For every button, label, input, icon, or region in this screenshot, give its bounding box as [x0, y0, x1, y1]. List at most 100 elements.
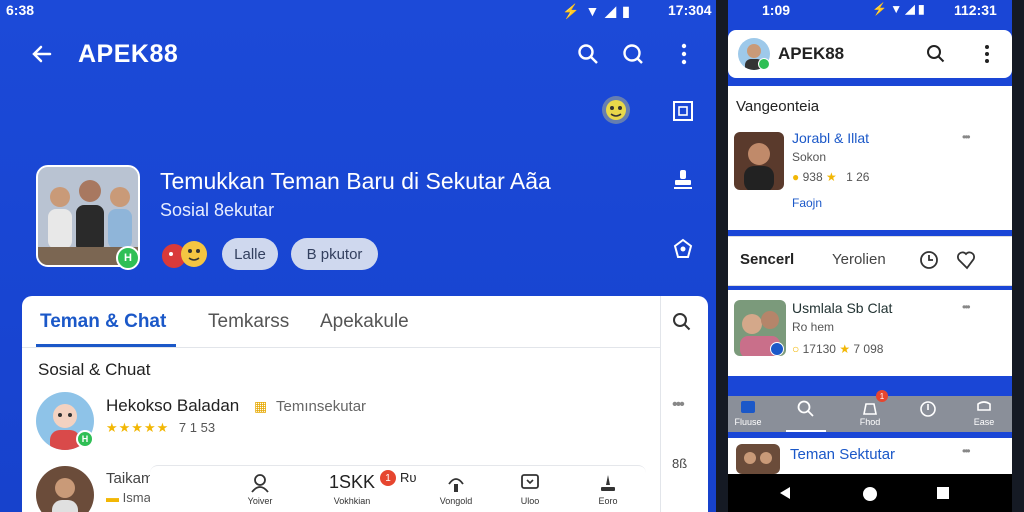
status-time: 6:38 — [6, 2, 35, 18]
star-icon: ★ — [839, 342, 851, 356]
system-navigation-bar — [728, 474, 1012, 512]
nav-label: Ease — [973, 417, 995, 427]
more-vert-icon[interactable] — [984, 44, 990, 64]
row-tag: Temınsekutar — [276, 398, 367, 415]
wifi-icon: ▼ — [585, 3, 600, 19]
person-more-icon[interactable]: ••• — [962, 130, 970, 144]
card-search-icon[interactable] — [672, 312, 692, 337]
nav-home[interactable]: Fluuse — [728, 400, 768, 427]
back-arrow-icon[interactable] — [30, 42, 54, 66]
group-photo[interactable] — [736, 444, 780, 474]
person-link[interactable]: Faojn — [792, 196, 822, 210]
stats-value: 17130 — [802, 342, 836, 356]
star-icon: ★ — [825, 170, 837, 184]
person-name[interactable]: Jorabl & Illat — [792, 130, 869, 146]
nav-vongold[interactable]: Vongold — [426, 472, 486, 506]
home-circle-icon[interactable] — [862, 486, 878, 507]
row-count: 7 1 53 — [178, 420, 216, 435]
search-icon[interactable] — [576, 42, 600, 66]
signal-icon: ◢ — [605, 2, 617, 19]
nav-label: Vongold — [439, 496, 473, 506]
recents-square-icon[interactable] — [936, 486, 950, 505]
battery-icon: ▮ — [622, 2, 630, 19]
tab-indicator — [36, 344, 176, 347]
phone-bottom-nav: Fluuse Fhod 1 Ease — [728, 390, 1012, 432]
row-name[interactable]: Hekokso Baladan — [106, 396, 239, 416]
nav-label: Fhod — [859, 417, 881, 427]
person-sub: Ro hem — [792, 320, 835, 334]
coin-icon: ○ — [792, 342, 800, 356]
search-icon[interactable] — [926, 44, 946, 64]
person-photo[interactable] — [734, 132, 784, 190]
card-divider — [660, 296, 661, 512]
notification-badge: 1 — [380, 470, 396, 486]
online-badge-icon: H — [76, 430, 94, 448]
tab-apekakule[interactable]: Apekakule — [320, 311, 409, 333]
nav-label: Fluuse — [734, 417, 762, 427]
phone-screen: 1:09 ⚡ ▼ ◢ ▮ 112:31 APEK88 Vangeonteia J… — [728, 0, 1012, 512]
emoji-stickers-icon — [158, 236, 214, 272]
nav-eoro[interactable]: Eoro — [578, 472, 638, 506]
heart-icon[interactable] — [956, 249, 978, 271]
person-sub: Sokon — [792, 150, 827, 164]
nav-ease[interactable]: Ease — [964, 400, 1004, 427]
nav-search[interactable] — [786, 400, 826, 432]
nav-label: Yoiver — [247, 496, 273, 506]
bottom-title[interactable]: Teman Sektutar — [790, 446, 895, 463]
nav-label: Vokhkian — [333, 496, 371, 506]
row-more-icon[interactable]: ••• — [672, 396, 685, 414]
phone-frame: 1:09 ⚡ ▼ ◢ ▮ 112:31 APEK88 Vangeonteia J… — [716, 0, 1024, 512]
app-title: APEK88 — [78, 40, 179, 68]
app-title: APEK88 — [778, 44, 845, 63]
person-more-icon[interactable]: ••• — [962, 300, 970, 314]
side-label: 8ß — [672, 456, 688, 471]
stats-value: 938 — [802, 170, 823, 184]
nav-explore[interactable] — [908, 400, 948, 419]
chip-like[interactable]: Lalle — [222, 238, 278, 270]
more-vert-icon[interactable] — [680, 42, 688, 66]
nav-fhod[interactable]: Fhod — [850, 400, 890, 427]
nav-label: Uloo — [520, 496, 540, 506]
status-icons: ⚡ ▼ ◢ ▮ — [872, 2, 925, 16]
status-clock: 112:31 — [954, 2, 997, 18]
status-icons: ⚡ ▼ ◢ ▮ — [562, 2, 630, 20]
status-clock: 17:304 — [668, 2, 712, 18]
hero-title: Temukkan Teman Baru di Sekutar Aãa — [160, 168, 551, 194]
status-time: 1:09 — [762, 2, 791, 18]
nav-uloo[interactable]: Uloo — [500, 472, 560, 506]
tab-yerolien[interactable]: Yerolien — [832, 251, 886, 268]
nearby-section: Vangeonteia Jorabl & Illat Sokon ● 938 ★… — [728, 86, 1012, 230]
stats-count: 1 26 — [846, 170, 870, 184]
tab-teman-chat[interactable]: Teman & Chat — [40, 311, 166, 333]
bottom-navigation: Yoiver 1SKK Vokhkian 1 Rυ Vongold Uloo E… — [150, 465, 646, 512]
hero-subtitle: Sosial 8ekutar — [160, 200, 275, 220]
filter-row: Sencerl Yerolien — [728, 236, 1012, 286]
phone-app-bar: APEK88 — [728, 30, 1012, 78]
person-name[interactable]: Usmlala Sb Clat — [792, 300, 892, 316]
square-frame-icon[interactable] — [672, 100, 694, 122]
back-triangle-icon[interactable] — [778, 486, 792, 505]
folder-icon: ▦ — [254, 398, 268, 414]
person-card: Usmlala Sb Clat Ro hem ○ 17130 ★ 7 098 •… — [728, 290, 1012, 376]
badge-star-icon[interactable] — [672, 238, 694, 260]
person-stats: ○ 17130 ★ 7 098 — [792, 342, 883, 356]
stamp-icon[interactable] — [672, 168, 694, 192]
tablet-screen: 6:38 ⚡ ▼ ◢ ▮ 17:304 APEK88 H Temukkan Te… — [0, 0, 716, 512]
nav-extra: Rυ — [400, 470, 417, 485]
coin-icon: ● — [792, 170, 800, 184]
verified-badge-icon — [770, 342, 784, 356]
notification-badge: 1 — [876, 390, 888, 402]
online-badge-icon: H — [116, 246, 140, 270]
nav-yoiver[interactable]: Yoiver — [230, 472, 290, 506]
tab-sencerl[interactable]: Sencerl — [740, 251, 794, 268]
mascot-sticker-icon — [596, 92, 636, 128]
person-stats: ● 938 ★ 1 26 — [792, 170, 869, 184]
chat-search-icon[interactable] — [621, 42, 645, 66]
item-more-icon[interactable]: ••• — [962, 444, 970, 458]
bottom-list-item: Teman Sektutar ••• — [728, 438, 1012, 474]
tab-temkarss[interactable]: Temkarss — [208, 311, 289, 333]
avatar[interactable] — [36, 466, 94, 512]
chip-location[interactable]: B pkutor — [291, 238, 378, 270]
section-label: Sosial & Chuat — [38, 360, 151, 379]
history-icon[interactable] — [918, 249, 940, 271]
